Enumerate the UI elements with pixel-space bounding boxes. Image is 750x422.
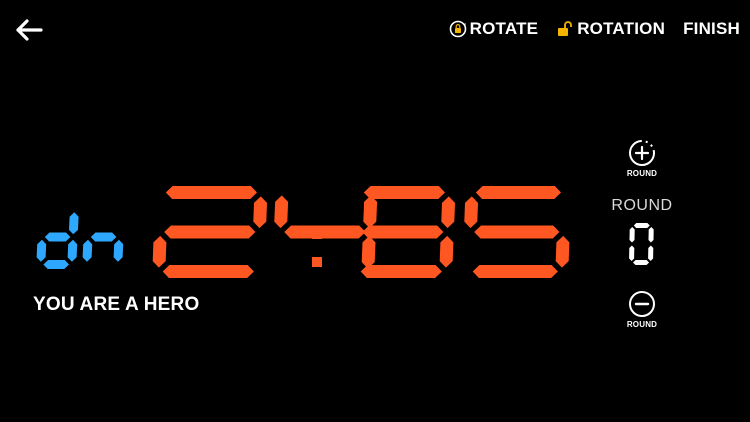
minutes-tens-segment-e [152, 235, 167, 268]
seconds-ones-segment-c [555, 235, 570, 268]
round-minus-button[interactable]: ROUND [602, 289, 682, 329]
round-value [629, 223, 654, 265]
direction-char-1-segment-e [36, 239, 47, 262]
round-value-segment-d [633, 260, 650, 265]
seconds-ones-segment-a [475, 186, 561, 199]
minutes-ones-digit [274, 195, 378, 269]
minutes-tens-segment-a [165, 186, 257, 199]
minutes-ones-segment-b [363, 195, 378, 229]
seconds-ones-segment-g [474, 225, 560, 239]
round-value-segment-b [648, 227, 654, 243]
direction-char-2-segment-c [113, 239, 124, 262]
seconds-tens-segment-d [360, 265, 442, 278]
seconds-tens-segment-g [362, 225, 444, 239]
direction-char-1-segment-d [43, 260, 69, 269]
minus-circle-icon [629, 291, 655, 317]
direction-char-2-segment-g [90, 232, 117, 242]
round-plus-label: ROUND [626, 169, 658, 178]
round-title: ROUND [611, 197, 673, 214]
minutes-tens-digit [152, 186, 267, 278]
round-plus-button[interactable]: ROUND [602, 138, 682, 178]
direction-char-2-segment-e [82, 239, 93, 262]
seconds-tens-segment-a [363, 186, 445, 199]
round-value-segment-a [633, 223, 650, 228]
minutes-tens-segment-b [253, 196, 267, 229]
separator-dot-2 [312, 257, 322, 267]
minutes-tens-segment-d [162, 265, 254, 278]
minutes-ones-segment-f [274, 195, 289, 229]
direction-char-1-segment-c [67, 239, 78, 262]
minutes-ones-segment-c [361, 235, 376, 269]
seconds-tens-segment-c [439, 235, 454, 268]
plus-circle-icon [629, 140, 655, 166]
motivation-message: YOU ARE A HERO [33, 294, 200, 315]
round-value-segment-e [629, 245, 635, 261]
time-separator [312, 229, 322, 267]
minutes-ones-segment-g [284, 225, 366, 239]
round-value-segment-c [648, 245, 654, 261]
direction-indicator [36, 212, 124, 269]
round-value-segment-f [629, 227, 635, 243]
seconds-tens-segment-b [441, 196, 455, 229]
separator-dot-1 [312, 229, 322, 239]
direction-char-1-segment-g [44, 232, 71, 242]
seconds-ones-segment-f [464, 196, 478, 229]
round-panel: ROUND ROUND ROUND [602, 138, 682, 329]
minutes-tens-segment-g [164, 225, 256, 239]
seconds-ones-digit [464, 186, 570, 278]
seconds-ones-segment-d [472, 265, 558, 278]
round-minus-label: ROUND [626, 320, 658, 329]
direction-char-1-segment-b [69, 212, 79, 235]
